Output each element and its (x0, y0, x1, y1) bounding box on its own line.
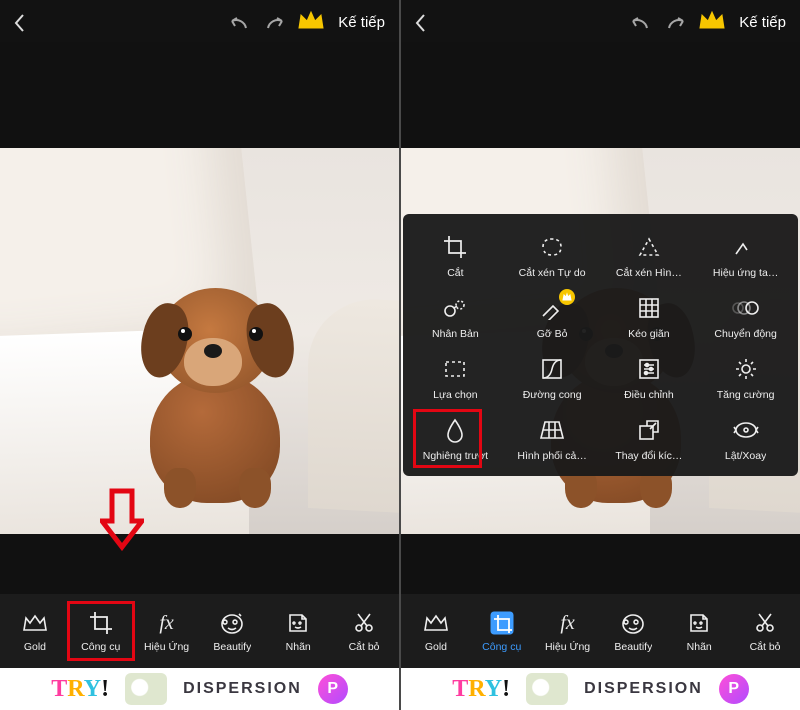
tool-select[interactable]: Lựa chọn (407, 350, 504, 405)
crop-icon (488, 609, 516, 637)
tool-stretch[interactable]: Kéo giãn (601, 289, 698, 344)
nav-tools[interactable]: Công cụ (472, 605, 532, 657)
tool-flip[interactable]: Lật/Xoay (697, 411, 794, 466)
flip-rotate-icon (731, 415, 761, 445)
undo-button[interactable] (625, 14, 655, 32)
fx-icon: fx (554, 609, 582, 637)
canvas-area[interactable] (0, 42, 399, 594)
perspective-icon (537, 415, 567, 445)
crown-icon[interactable] (697, 8, 727, 37)
back-button[interactable] (409, 12, 433, 34)
stretch-icon (634, 293, 664, 323)
sticker-icon (685, 609, 713, 637)
ad-app-badge: P (318, 674, 348, 704)
beautify-icon (619, 609, 647, 637)
tool-enhance[interactable]: Tăng cường (697, 350, 794, 405)
header: Kế tiếp (0, 0, 399, 42)
tool-curves[interactable]: Đường cong (504, 350, 601, 405)
crown-icon (21, 609, 49, 637)
tool-remove[interactable]: Gỡ Bỏ (504, 289, 601, 344)
undo-button[interactable] (224, 14, 254, 32)
ad-try: TRY! (51, 676, 109, 703)
ad-thumbnail (526, 673, 568, 705)
tool-motion[interactable]: Chuyển động (697, 289, 794, 344)
nav-tools[interactable]: Công cụ (71, 605, 131, 657)
ad-banner[interactable]: TRY! DISPERSION P (0, 668, 399, 710)
redo-button[interactable] (260, 14, 290, 32)
premium-badge-icon (559, 289, 575, 305)
redo-button[interactable] (661, 14, 691, 32)
ad-thumbnail (125, 673, 167, 705)
beautify-icon (218, 609, 246, 637)
tool-clone[interactable]: Nhân Bản (407, 289, 504, 344)
editor-screen-right: Kế tiếp Cắt Cắt xén Tự do Cắt xén Hìn… H… (401, 0, 800, 710)
ad-title: DISPERSION (183, 680, 302, 698)
bottom-nav: Gold Công cụ fx Hiệu Ứng Beautify Nhãn C… (401, 594, 800, 668)
next-button[interactable]: Kế tiếp (733, 10, 792, 35)
nav-beautify[interactable]: Beautify (202, 605, 262, 657)
tool-adjust[interactable]: Điều chỉnh (601, 350, 698, 405)
tool-perspective[interactable]: Hình phối cả… (504, 411, 601, 466)
tool-free-crop[interactable]: Cắt xén Tự do (504, 228, 601, 283)
tool-crop[interactable]: Cắt (407, 228, 504, 283)
editor-screen-left: Kế tiếp Gold Công cụ (0, 0, 399, 710)
nav-effects[interactable]: fx Hiệu Ứng (137, 605, 197, 657)
ad-title: DISPERSION (584, 680, 703, 698)
curves-icon (537, 354, 567, 384)
ad-try: TRY! (452, 676, 510, 703)
sticker-icon (284, 609, 312, 637)
lasso-icon (537, 232, 567, 262)
tool-tilt-shift[interactable]: Nghiêng trượt (407, 411, 504, 466)
sliders-icon (634, 354, 664, 384)
marquee-icon (440, 354, 470, 384)
nav-sticker[interactable]: Nhãn (669, 605, 729, 657)
photo-subject (140, 283, 295, 503)
tool-resize[interactable]: Thay đổi kíc… (601, 411, 698, 466)
nav-gold[interactable]: Gold (406, 605, 466, 657)
crown-icon[interactable] (296, 8, 326, 37)
bottom-nav: Gold Công cụ fx Hiệu Ứng Beautify Nhãn C… (0, 594, 399, 668)
back-button[interactable] (8, 12, 32, 34)
scissors-icon (751, 609, 779, 637)
tool-disperse[interactable]: Hiệu ứng ta… (697, 228, 794, 283)
scissors-icon (350, 609, 378, 637)
tools-panel: Cắt Cắt xén Tự do Cắt xén Hìn… Hiệu ứng … (403, 214, 798, 476)
crop-icon (440, 232, 470, 262)
clone-icon (440, 293, 470, 323)
ad-app-badge: P (719, 674, 749, 704)
nav-effects[interactable]: fx Hiệu Ứng (538, 605, 598, 657)
nav-sticker[interactable]: Nhãn (268, 605, 328, 657)
nav-beautify[interactable]: Beautify (603, 605, 663, 657)
tool-shape-crop[interactable]: Cắt xén Hìn… (601, 228, 698, 283)
header: Kế tiếp (401, 0, 800, 42)
motion-icon (731, 293, 761, 323)
ad-banner[interactable]: TRY! DISPERSION P (401, 668, 800, 710)
photo-canvas[interactable] (0, 148, 399, 534)
resize-icon (634, 415, 664, 445)
enhance-icon (731, 354, 761, 384)
nav-cutout[interactable]: Cắt bỏ (334, 605, 394, 657)
next-button[interactable]: Kế tiếp (332, 10, 391, 35)
nav-gold[interactable]: Gold (5, 605, 65, 657)
nav-cutout[interactable]: Cắt bỏ (735, 605, 795, 657)
fx-icon: fx (153, 609, 181, 637)
crown-icon (422, 609, 450, 637)
shape-icon (634, 232, 664, 262)
dispersion-icon (731, 232, 761, 262)
crop-icon (87, 609, 115, 637)
drop-icon (440, 415, 470, 445)
canvas-area[interactable]: Cắt Cắt xén Tự do Cắt xén Hìn… Hiệu ứng … (401, 42, 800, 594)
